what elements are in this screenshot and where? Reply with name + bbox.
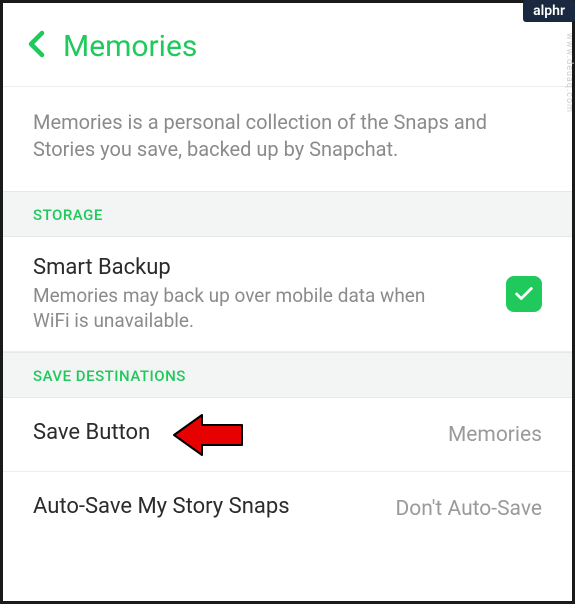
smart-backup-checkbox[interactable] (506, 276, 542, 312)
save-button-title: Save Button (33, 420, 150, 445)
section-header-storage: STORAGE (3, 191, 572, 237)
section-label-storage: STORAGE (33, 206, 542, 224)
alphr-badge: alphr (523, 0, 575, 22)
description-block: Memories is a personal collection of the… (3, 86, 572, 191)
row-smart-backup[interactable]: Smart Backup Memories may back up over m… (3, 237, 572, 352)
app-frame: alphr www.deuaq.com Memories Memories is… (0, 0, 575, 604)
smart-backup-subtitle: Memories may back up over mobile data wh… (33, 284, 506, 333)
auto-save-title: Auto-Save My Story Snaps (33, 494, 290, 519)
checkmark-icon (513, 283, 535, 305)
description-text: Memories is a personal collection of the… (33, 109, 542, 163)
header-bar: Memories (3, 3, 572, 86)
section-label-save-destinations: SAVE DESTINATIONS (33, 367, 542, 385)
smart-backup-title: Smart Backup (33, 255, 506, 280)
row-text-block: Smart Backup Memories may back up over m… (33, 255, 506, 333)
row-save-button[interactable]: Save Button Memories (3, 398, 572, 472)
row-auto-save[interactable]: Auto-Save My Story Snaps Don't Auto-Save (3, 472, 572, 545)
watermark-text: www.deuaq.com (564, 33, 574, 113)
section-header-save-destinations: SAVE DESTINATIONS (3, 352, 572, 398)
save-button-value: Memories (448, 423, 542, 447)
red-arrow-icon (172, 411, 244, 459)
auto-save-value: Don't Auto-Save (395, 497, 542, 521)
back-chevron-icon[interactable] (27, 30, 45, 63)
page-title: Memories (63, 29, 197, 64)
